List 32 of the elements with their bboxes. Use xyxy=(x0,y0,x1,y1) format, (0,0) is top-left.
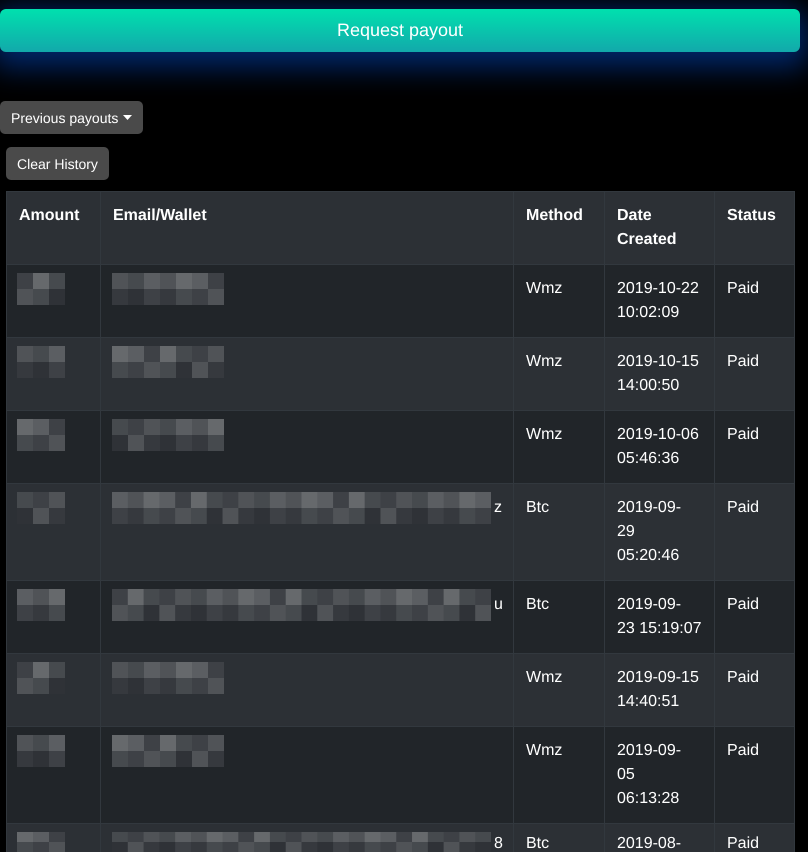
table-cell: 2019-09- 29 05:20:46 xyxy=(617,499,682,564)
table-cell: Wmz xyxy=(526,426,562,443)
table-cell-text: Btc xyxy=(526,836,550,852)
caret-down-icon xyxy=(123,115,132,120)
table-cell: Paid xyxy=(727,499,760,516)
table-cell: 2019-10-15 14:00:50 xyxy=(617,353,699,394)
table-cell: Btc xyxy=(526,596,550,613)
table-cell: 2019-09-15 14:40:51 xyxy=(617,669,699,710)
table-cell: 2019-10-06 05:46:36 xyxy=(617,426,699,467)
table-cell: Paid xyxy=(727,669,760,686)
table-cell: Paid xyxy=(727,596,760,613)
table-cell: Paid xyxy=(727,426,760,443)
table-cell: Wmz xyxy=(526,669,562,686)
table-cell-text: 2019-08- xyxy=(617,836,682,852)
table-cell-text: Paid xyxy=(727,836,760,852)
table-cell: Paid xyxy=(727,280,760,297)
wallet-text-fragment: 8 xyxy=(494,836,503,852)
table-cell: Paid xyxy=(727,353,760,370)
table-cell: Paid xyxy=(727,742,760,759)
table-cell: 2019-09- 23 15:19:07 xyxy=(617,596,702,637)
clear-history-button[interactable]: Clear History xyxy=(6,147,109,180)
column-header: Email/Wallet xyxy=(100,192,514,264)
wallet-text-fragment: z xyxy=(494,498,502,518)
previous-payouts-dropdown[interactable]: Previous payouts xyxy=(0,101,144,134)
table-cell: 2019-09- 05 06:13:28 xyxy=(617,742,682,807)
table-cell: Wmz xyxy=(526,742,562,759)
table-cell: 2019-10-22 10:02:09 xyxy=(617,280,699,321)
table-cell: Wmz xyxy=(526,353,562,370)
wallet-text-fragment: u xyxy=(494,595,503,615)
column-header: Amount xyxy=(6,192,100,264)
table-cell: Btc xyxy=(526,499,550,516)
table-cell: Wmz xyxy=(526,280,562,297)
